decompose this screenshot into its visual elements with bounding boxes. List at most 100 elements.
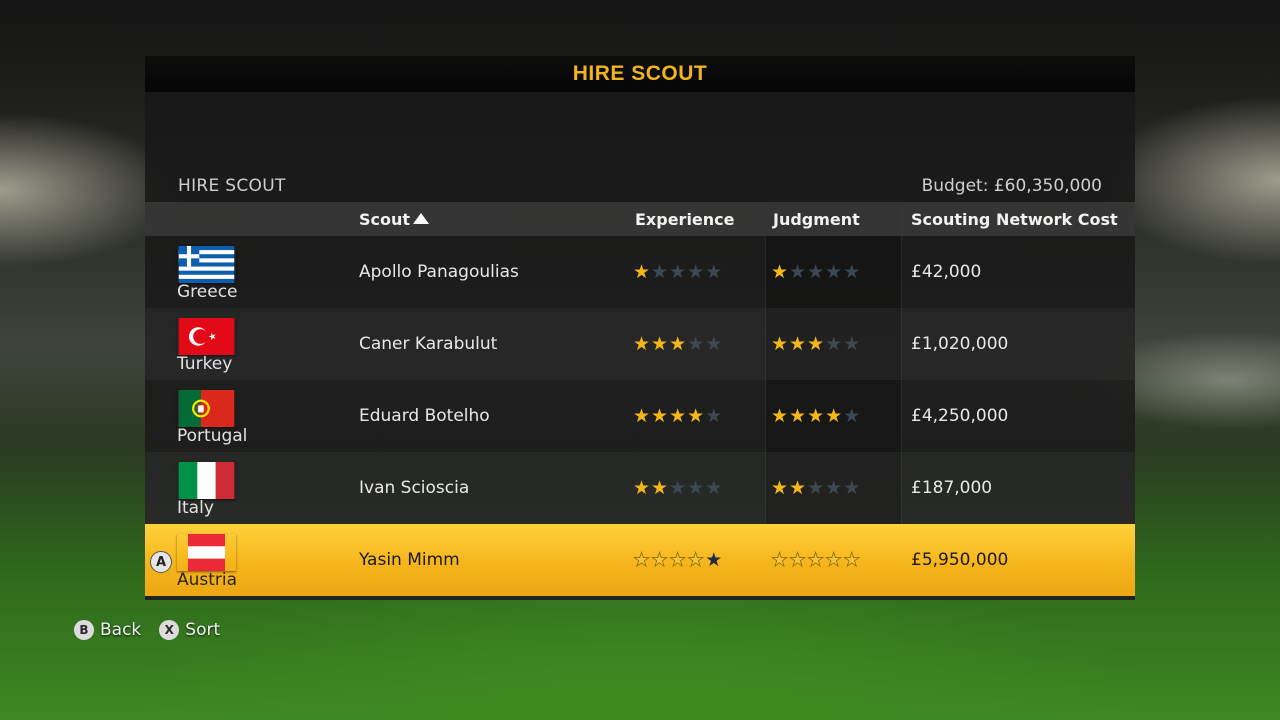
scout-name: Caner Karabulut bbox=[359, 334, 498, 354]
star-filled-icon: ★ bbox=[651, 477, 670, 499]
turkey-flag bbox=[177, 318, 236, 355]
page-title: HIRE SCOUT bbox=[572, 62, 708, 85]
star-filled-icon: ★ bbox=[651, 333, 670, 355]
judgment-rating: ★★★★★ bbox=[771, 405, 861, 427]
star-filled-icon: ★ bbox=[633, 261, 652, 283]
x-button-icon: X bbox=[159, 620, 180, 640]
star-filled-icon: ★ bbox=[669, 405, 688, 427]
judgment-rating: ★★★★★ bbox=[771, 333, 861, 355]
star-empty-icon: ★ bbox=[843, 333, 862, 355]
star-empty-icon: ★ bbox=[843, 405, 862, 427]
italy-flag bbox=[177, 462, 236, 499]
star-empty-icon: ★ bbox=[825, 261, 844, 283]
scout-row[interactable]: Italy Ivan Scioscia ★★★★★ ★★★★★ £187,000 bbox=[145, 452, 1135, 524]
scouting-network-cost: £187,000 bbox=[911, 478, 993, 498]
star-filled-icon: ★ bbox=[669, 549, 688, 572]
column-header-judgment[interactable]: Judgment bbox=[773, 210, 860, 229]
scout-row[interactable]: Greece Apollo Panagoulias ★★★★★ ★★★★★ £42,00… bbox=[145, 236, 1135, 308]
sort-button[interactable]: X Sort bbox=[159, 620, 220, 640]
scouting-network-cost: £42,000 bbox=[911, 262, 982, 282]
scout-country: Turkey bbox=[177, 354, 233, 374]
column-header-cost[interactable]: Scouting Network Cost bbox=[911, 210, 1118, 229]
star-empty-icon: ★ bbox=[705, 549, 724, 571]
hire-scout-panel: HIRE SCOUT Budget: £60,350,000 Scout Exp… bbox=[145, 92, 1135, 600]
scout-row[interactable]: Turkey Caner Karabulut ★★★★★ ★★★★★ £1,020,00… bbox=[145, 308, 1135, 380]
scouting-network-cost: £5,950,000 bbox=[911, 550, 1009, 570]
section-title: HIRE SCOUT bbox=[178, 176, 286, 196]
star-empty-icon: ★ bbox=[687, 477, 706, 499]
star-filled-icon: ★ bbox=[789, 549, 808, 572]
star-empty-icon: ★ bbox=[825, 477, 844, 499]
scout-country: Portugal bbox=[177, 426, 248, 446]
star-empty-icon: ★ bbox=[789, 261, 808, 283]
portugal-flag bbox=[177, 390, 236, 427]
star-filled-icon: ★ bbox=[789, 477, 808, 499]
scout-name: Yasin Mimm bbox=[359, 550, 460, 570]
experience-rating: ★★★★★ bbox=[633, 405, 723, 427]
column-header-scout[interactable]: Scout bbox=[359, 210, 430, 229]
star-filled-icon: ★ bbox=[825, 405, 844, 427]
judgment-rating: ★★★★★ bbox=[771, 549, 862, 572]
budget-label: Budget: £60,350,000 bbox=[921, 176, 1102, 196]
title-bar: HIRE SCOUT bbox=[145, 56, 1135, 92]
star-filled-icon: ★ bbox=[633, 549, 652, 572]
star-filled-icon: ★ bbox=[651, 405, 670, 427]
star-filled-icon: ★ bbox=[771, 261, 790, 283]
star-empty-icon: ★ bbox=[843, 261, 862, 283]
b-button-icon: B bbox=[74, 620, 94, 640]
star-filled-icon: ★ bbox=[669, 333, 688, 355]
star-empty-icon: ★ bbox=[687, 333, 706, 355]
experience-rating: ★★★★★ bbox=[633, 477, 723, 499]
star-filled-icon: ★ bbox=[633, 477, 652, 499]
column-header-scout-label: Scout bbox=[359, 210, 411, 229]
star-empty-icon: ★ bbox=[807, 477, 826, 499]
star-empty-icon: ★ bbox=[669, 261, 688, 283]
scout-name: Eduard Botelho bbox=[359, 406, 490, 426]
column-header-experience[interactable]: Experience bbox=[635, 210, 735, 229]
scouting-network-cost: £1,020,000 bbox=[911, 334, 1009, 354]
star-filled-icon: ★ bbox=[771, 477, 790, 499]
star-empty-icon: ★ bbox=[825, 333, 844, 355]
star-filled-icon: ★ bbox=[807, 333, 826, 355]
star-empty-icon: ★ bbox=[705, 405, 724, 427]
greece-flag bbox=[177, 246, 236, 283]
column-header-row: Scout Experience Judgment Scouting Netwo… bbox=[145, 202, 1135, 236]
star-empty-icon: ★ bbox=[705, 477, 724, 499]
scout-country: Greece bbox=[177, 282, 238, 302]
star-empty-icon: ★ bbox=[705, 333, 724, 355]
footer-controls: B Back X Sort bbox=[74, 620, 220, 640]
scout-row[interactable]: A Austria Yasin Mimm ★★★★★ ★★★★★ £5,950,000 bbox=[145, 524, 1135, 596]
austria-flag bbox=[177, 534, 236, 571]
scout-row[interactable]: Portugal Eduard Botelho ★★★★★ ★★★★★ £4,250,0… bbox=[145, 380, 1135, 452]
star-filled-icon: ★ bbox=[687, 405, 706, 427]
back-button[interactable]: B Back bbox=[74, 620, 141, 640]
star-filled-icon: ★ bbox=[633, 333, 652, 355]
star-empty-icon: ★ bbox=[687, 261, 706, 283]
scout-country: Italy bbox=[177, 498, 214, 518]
star-filled-icon: ★ bbox=[651, 549, 670, 572]
star-filled-icon: ★ bbox=[807, 405, 826, 427]
star-filled-icon: ★ bbox=[687, 549, 706, 572]
sort-ascending-icon bbox=[413, 213, 430, 224]
experience-rating: ★★★★★ bbox=[633, 333, 723, 355]
star-empty-icon: ★ bbox=[651, 261, 670, 283]
a-button-icon: A bbox=[150, 551, 172, 573]
judgment-rating: ★★★★★ bbox=[771, 477, 861, 499]
experience-rating: ★★★★★ bbox=[633, 261, 723, 283]
star-empty-icon: ★ bbox=[669, 477, 688, 499]
back-button-label: Back bbox=[100, 620, 142, 640]
judgment-rating: ★★★★★ bbox=[771, 261, 861, 283]
sort-button-label: Sort bbox=[185, 620, 221, 640]
star-filled-icon: ★ bbox=[771, 405, 790, 427]
star-filled-icon: ★ bbox=[807, 549, 826, 572]
scout-country: Austria bbox=[177, 570, 238, 590]
star-filled-icon: ★ bbox=[789, 405, 808, 427]
star-filled-icon: ★ bbox=[771, 549, 790, 572]
star-filled-icon: ★ bbox=[771, 333, 790, 355]
experience-rating: ★★★★★ bbox=[633, 549, 724, 572]
scout-name: Apollo Panagoulias bbox=[359, 262, 519, 282]
star-filled-icon: ★ bbox=[825, 549, 844, 572]
star-empty-icon: ★ bbox=[705, 261, 724, 283]
star-filled-icon: ★ bbox=[843, 549, 862, 572]
star-filled-icon: ★ bbox=[633, 405, 652, 427]
